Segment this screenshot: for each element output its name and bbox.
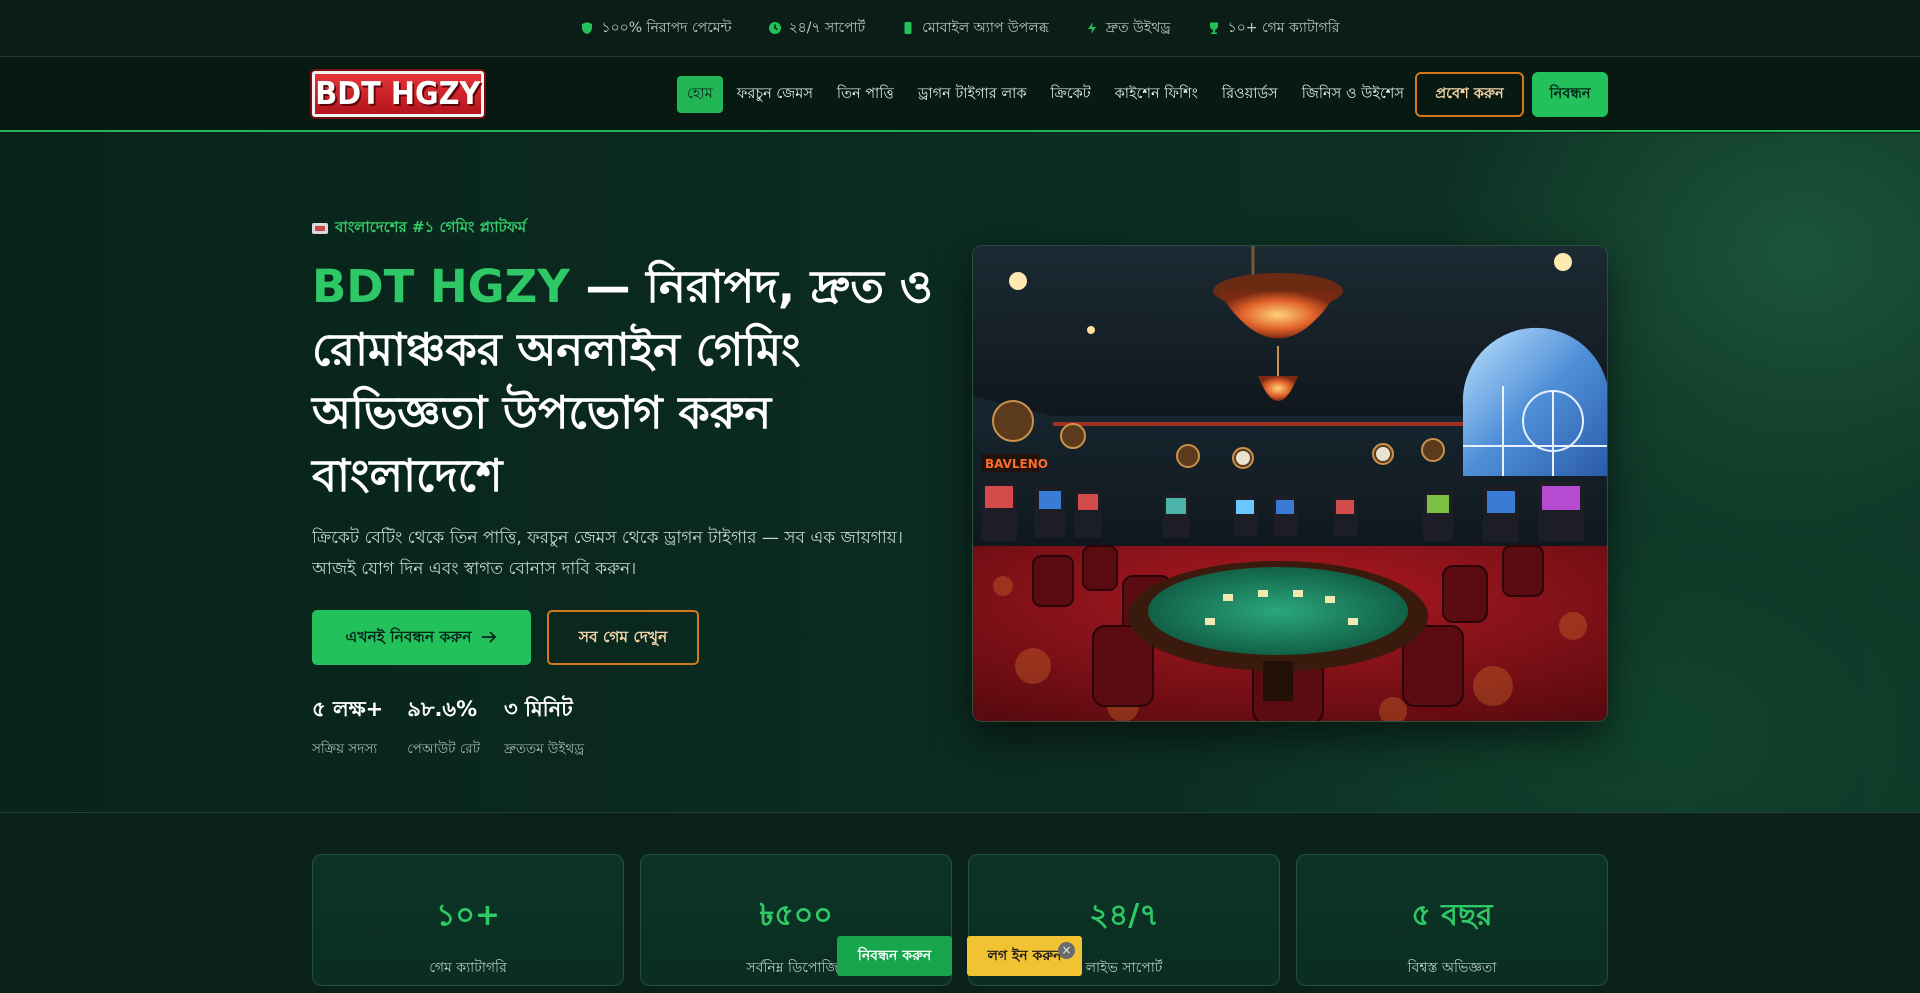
nav-item-fortune-gems[interactable]: ফরচুন জেমস bbox=[725, 76, 825, 113]
mobile-icon bbox=[901, 21, 915, 35]
close-icon[interactable]: × bbox=[1058, 942, 1075, 959]
hero-description: ক্রিকেট বেটিং থেকে তিন পাত্তি, ফরচুন জেম… bbox=[312, 528, 903, 579]
nav-item-fishing[interactable]: কাইশেন ফিশিং bbox=[1103, 76, 1210, 113]
flag-icon bbox=[312, 223, 328, 234]
topbar-item-fast-withdraw: দ্রুত উইথড্র bbox=[1085, 16, 1171, 40]
stat-fastest-withdraw: ৩ মিনিট দ্রুততম উইথড্র bbox=[504, 693, 584, 761]
feature-value: ১০+ bbox=[435, 898, 501, 933]
hero-title-brand: BDT HGZY bbox=[312, 260, 570, 313]
nav-item-dragon-tiger[interactable]: ড্রাগন টাইগার লাক bbox=[906, 76, 1039, 113]
feature-label: লাইভ সাপোর্ট bbox=[1085, 960, 1163, 976]
nav-item-home[interactable]: হোম bbox=[677, 76, 723, 113]
nav-item-teen-patti[interactable]: তিন পাত্তি bbox=[825, 76, 906, 113]
arrow-right-icon bbox=[481, 629, 497, 647]
hero-section: বাংলাদেশের #১ গেমিং প্ল্যাটফর্ম BDT HGZY… bbox=[0, 133, 1920, 813]
top-info-bar: ১০০% নিরাপদ পেমেন্ট ২৪/৭ সাপোর্ট মোবাইল … bbox=[0, 0, 1920, 57]
logo-text: BDT HGZY bbox=[315, 76, 481, 112]
topbar-item-game-categories: ১০+ গেম ক্যাটাগরি bbox=[1207, 16, 1340, 40]
casino-hero-image: BAVLENO bbox=[972, 245, 1608, 722]
register-now-button[interactable]: এখনই নিবন্ধন করুন bbox=[312, 610, 531, 665]
stat-payout-rate: ৯৮.৬% পেআউট রেট bbox=[407, 693, 480, 761]
hero-title: BDT HGZY — নিরাপদ, দ্রুত ও রোমাঞ্চকর অনল… bbox=[312, 255, 952, 507]
feature-value: ২৪/৭ bbox=[1089, 898, 1159, 933]
login-button[interactable]: প্রবেশ করুন bbox=[1415, 72, 1524, 117]
topbar-label: দ্রুত উইথড্র bbox=[1105, 20, 1171, 36]
site-logo[interactable]: BDT HGZY bbox=[312, 71, 484, 117]
hero-badge: বাংলাদেশের #১ গেমিং প্ল্যাটফর্ম bbox=[312, 216, 526, 241]
topbar-item-mobile-app: মোবাইল অ্যাপ উপলব্ধ bbox=[901, 16, 1049, 40]
site-header: BDT HGZY হোম ফরচুন জেমস তিন পাত্তি ড্রাগ… bbox=[0, 57, 1920, 132]
shield-icon bbox=[580, 21, 594, 35]
topbar-item-support: ২৪/৭ সাপোর্ট bbox=[768, 16, 866, 40]
hero-badge-text: বাংলাদেশের #১ গেমিং প্ল্যাটফর্ম bbox=[335, 218, 527, 236]
feature-cards: ১০+ গেম ক্যাটাগরি ৳৫০০ সর্বনিম্ন ডিপোজিট… bbox=[312, 854, 1608, 986]
topbar-label: ১০+ গেম ক্যাটাগরি bbox=[1227, 20, 1340, 36]
feature-label: সর্বনিম্ন ডিপোজিট bbox=[746, 960, 846, 976]
register-now-label: এখনই নিবন্ধন করুন bbox=[345, 627, 472, 646]
topbar-label: মোবাইল অ্যাপ উপলব্ধ bbox=[922, 20, 1049, 36]
stat-label: পেআউট রেট bbox=[407, 741, 481, 757]
topbar-item-secure-payment: ১০০% নিরাপদ পেমেন্ট bbox=[580, 16, 732, 40]
stat-value: ৩ মিনিট bbox=[504, 697, 573, 721]
stat-label: সক্রিয় সদস্য bbox=[312, 741, 378, 757]
stat-value: ৯৮.৬% bbox=[407, 697, 478, 721]
hero-stats: ৫ লক্ষ+ সক্রিয় সদস্য ৯৮.৬% পেআউট রেট ৩ … bbox=[312, 693, 584, 761]
clock-icon bbox=[768, 21, 782, 35]
nav-item-wishes[interactable]: জিনিস ও উইশেস bbox=[1290, 76, 1416, 113]
stat-active-members: ৫ লক্ষ+ সক্রিয় সদস্য bbox=[312, 693, 383, 761]
stat-label: দ্রুততম উইথড্র bbox=[504, 741, 585, 757]
feature-value: ৳৫০০ bbox=[759, 898, 833, 933]
nav-item-rewards[interactable]: রিওয়ার্ডস bbox=[1210, 76, 1290, 113]
casino-sign-text: BAVLENO bbox=[985, 457, 1048, 471]
topbar-label: ১০০% নিরাপদ পেমেন্ট bbox=[601, 20, 732, 36]
register-button[interactable]: নিবন্ধন bbox=[1532, 72, 1608, 117]
feature-label: গেম ক্যাটাগরি bbox=[429, 960, 507, 976]
trophy-icon bbox=[1207, 21, 1221, 35]
stat-value: ৫ লক্ষ+ bbox=[312, 697, 384, 721]
feature-card-experience: ৫ বছর বিশ্বস্ত অভিজ্ঞতা bbox=[1296, 854, 1608, 986]
feature-card-categories: ১০+ গেম ক্যাটাগরি bbox=[312, 854, 624, 986]
feature-value: ৫ বছর bbox=[1411, 898, 1493, 933]
main-nav: হোম ফরচুন জেমস তিন পাত্তি ড্রাগন টাইগার … bbox=[677, 76, 1416, 113]
nav-item-cricket[interactable]: ক্রিকেট bbox=[1038, 76, 1102, 113]
bolt-icon bbox=[1085, 21, 1099, 35]
topbar-label: ২৪/৭ সাপোর্ট bbox=[788, 20, 866, 36]
view-all-games-button[interactable]: সব গেম দেখুন bbox=[547, 610, 699, 665]
feature-label: বিশ্বস্ত অভিজ্ঞতা bbox=[1407, 960, 1497, 976]
sticky-register-button[interactable]: নিবন্ধন করুন bbox=[837, 936, 952, 976]
